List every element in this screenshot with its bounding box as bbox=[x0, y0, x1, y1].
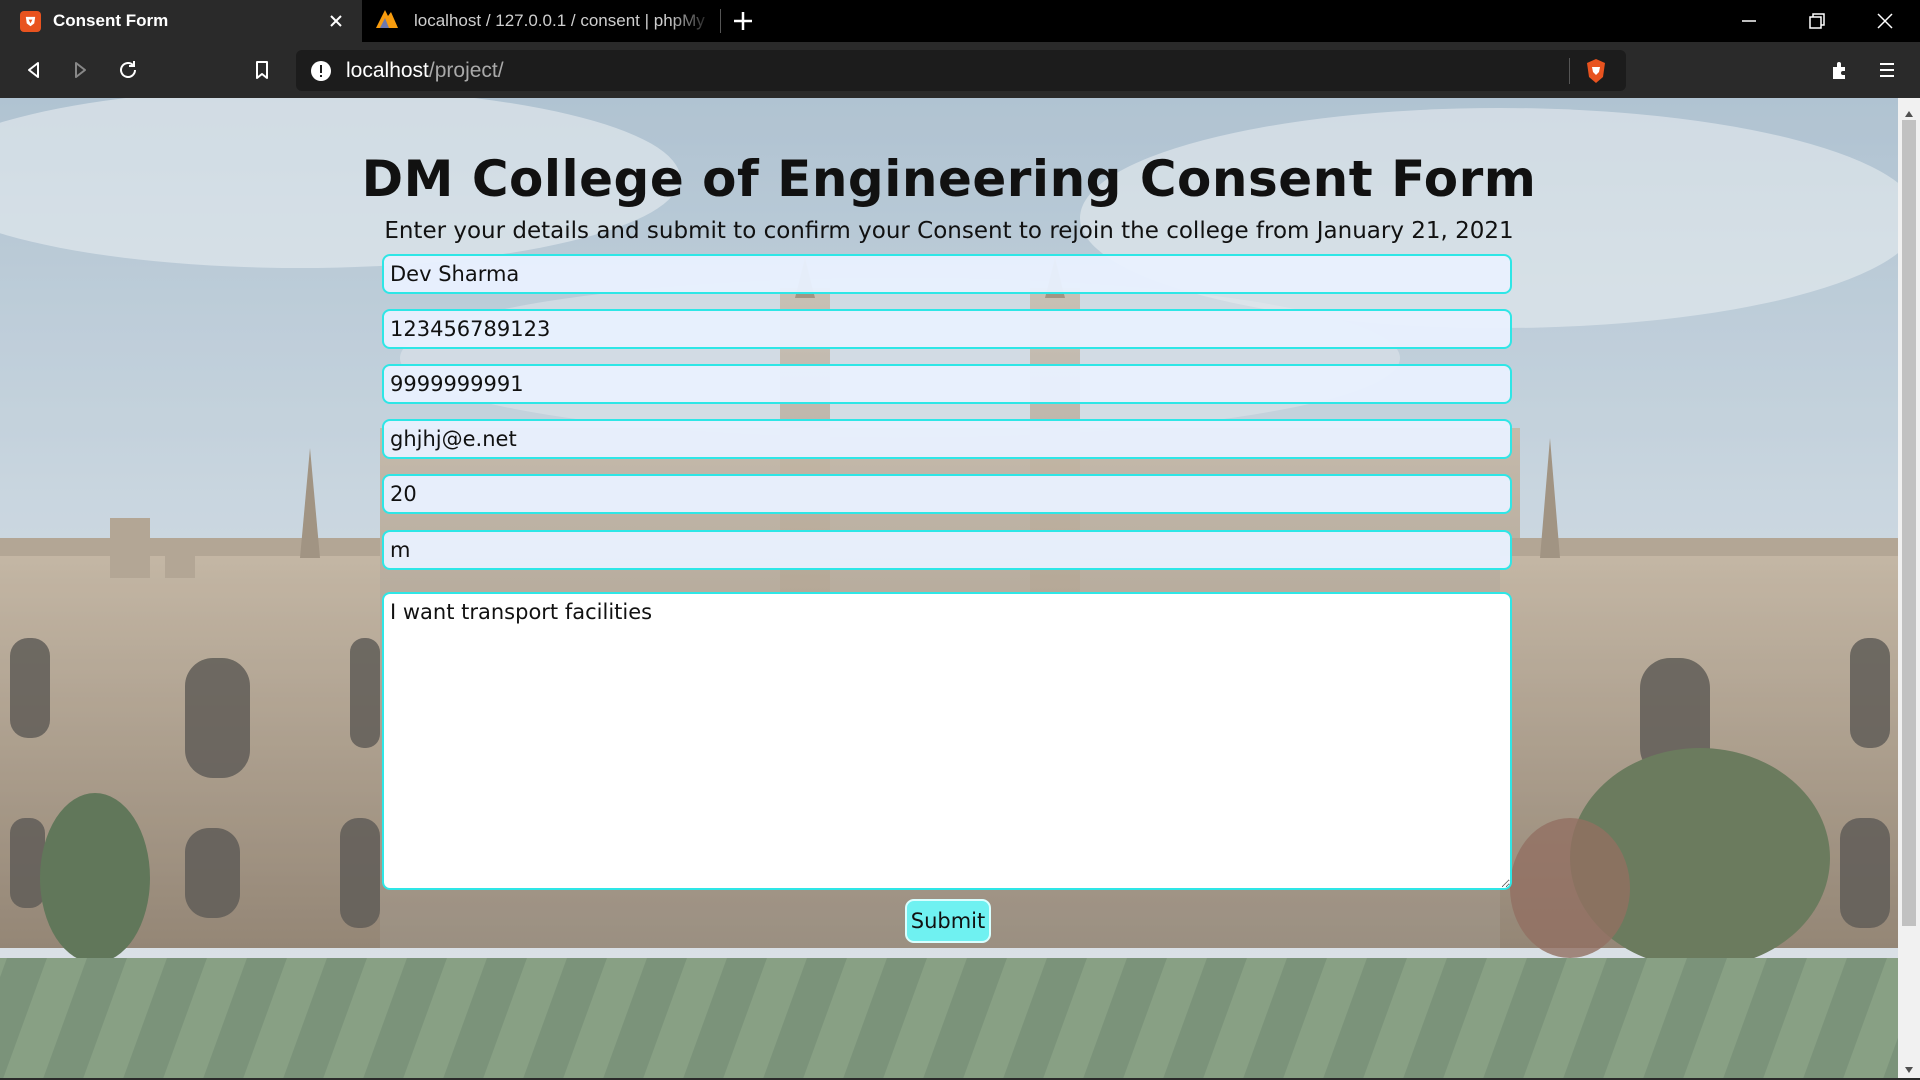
page-subtitle: Enter your details and submit to confirm… bbox=[384, 218, 1514, 244]
url-host: localhost bbox=[346, 59, 429, 82]
scroll-up-arrow-icon[interactable] bbox=[1903, 104, 1915, 117]
omnibox-divider bbox=[1569, 58, 1570, 84]
address-bar[interactable]: localhost/project/ bbox=[296, 50, 1626, 91]
tab-strip: Consent Form localhost / 127.0.0.1 / con… bbox=[0, 0, 1920, 42]
menu-icon[interactable] bbox=[1873, 56, 1901, 84]
back-icon[interactable] bbox=[20, 56, 48, 84]
age-field[interactable] bbox=[382, 474, 1512, 514]
reload-icon[interactable] bbox=[114, 56, 142, 84]
page-viewport: DM College of Engineering Consent Form E… bbox=[0, 98, 1898, 1078]
restore-icon[interactable] bbox=[1802, 6, 1832, 36]
message-textarea[interactable]: I want transport facilities bbox=[382, 592, 1512, 890]
brave-logo-icon bbox=[20, 10, 41, 32]
page-scrollbar[interactable] bbox=[1898, 98, 1920, 1078]
close-window-icon[interactable] bbox=[1870, 6, 1900, 36]
forward-icon[interactable] bbox=[66, 56, 94, 84]
url-path: /project/ bbox=[428, 59, 504, 82]
tab-divider bbox=[720, 9, 721, 33]
id-number-field[interactable] bbox=[382, 309, 1512, 349]
close-tab-icon[interactable] bbox=[324, 9, 348, 33]
extensions-icon[interactable] bbox=[1826, 56, 1854, 84]
tab-consent-form[interactable]: Consent Form bbox=[0, 0, 362, 42]
tab-phpmyadmin[interactable]: localhost / 127.0.0.1 / consent | phpMy bbox=[370, 0, 720, 42]
tab-title: Consent Form bbox=[53, 11, 169, 30]
brave-shields-icon[interactable] bbox=[1582, 57, 1610, 85]
url-text: localhost/project/ bbox=[346, 59, 504, 83]
minimize-icon[interactable] bbox=[1734, 6, 1764, 36]
gender-field[interactable] bbox=[382, 530, 1512, 570]
email-field[interactable] bbox=[382, 419, 1512, 459]
tab-title: localhost / 127.0.0.1 / consent | phpMy bbox=[414, 11, 705, 30]
bookmark-icon[interactable] bbox=[248, 56, 276, 84]
phone-field[interactable] bbox=[382, 364, 1512, 404]
name-field[interactable] bbox=[382, 254, 1512, 294]
new-tab-icon[interactable] bbox=[730, 8, 756, 34]
scrollbar-thumb[interactable] bbox=[1902, 120, 1916, 926]
page-title: DM College of Engineering Consent Form bbox=[361, 150, 1537, 208]
scroll-down-arrow-icon[interactable] bbox=[1903, 1060, 1915, 1073]
browser-toolbar: localhost/project/ bbox=[0, 42, 1920, 98]
site-info-icon[interactable] bbox=[310, 60, 332, 82]
submit-button[interactable]: Submit bbox=[905, 899, 991, 943]
phpmyadmin-icon bbox=[374, 8, 400, 35]
